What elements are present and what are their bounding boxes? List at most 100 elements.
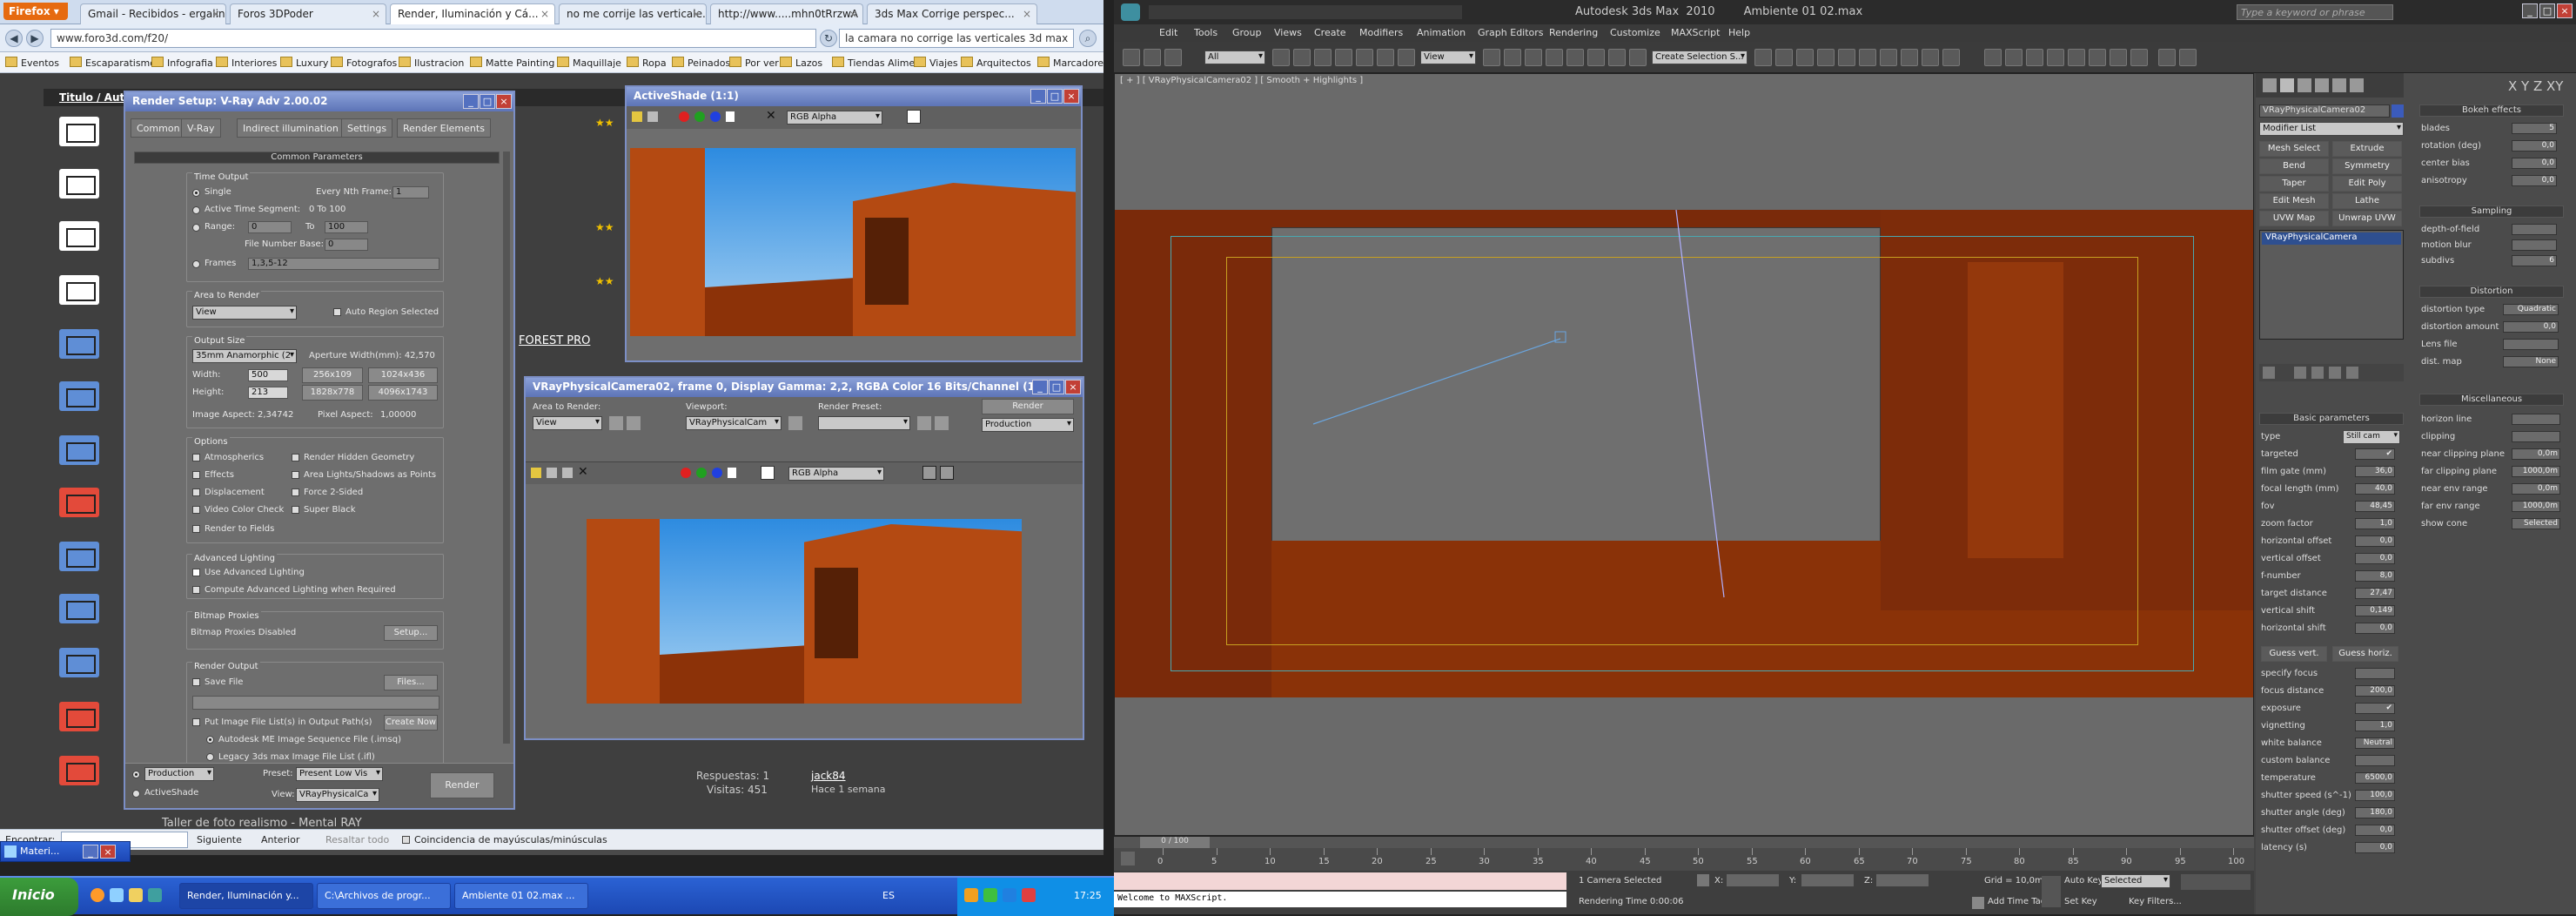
param-field[interactable]: ✔ [2355,703,2395,714]
close-icon[interactable]: × [1023,8,1031,20]
motion-tab-icon[interactable] [2315,78,2329,92]
undo-icon[interactable] [1123,49,1140,66]
param-field[interactable]: 0,0m [2512,448,2560,460]
named-selection-dropdown[interactable]: Create Selection S... [1652,51,1748,64]
width-field[interactable]: 500 [248,369,288,381]
tab-settings[interactable]: Settings [341,118,393,138]
edit-named-sel-icon[interactable] [1629,49,1647,66]
track-bar[interactable]: 0 5 10 15 20 25 30 35 40 45 50 55 60 65 70 75 80 85 90 95 10… [1114,848,2254,871]
modifier-button[interactable]: Symmetry [2332,158,2402,174]
range-radio[interactable] [192,224,200,232]
bookmark-folder[interactable]: Tiendas Aliment [832,57,925,69]
menu-rendering[interactable]: Rendering [1549,27,1598,38]
display-toggle-icon[interactable] [922,466,936,480]
menu-modifiers[interactable]: Modifiers [1359,27,1403,38]
displacement-checkbox[interactable] [192,488,200,496]
camera-type-dropdown[interactable]: Still cam [2343,430,2400,444]
remove-modifier-icon[interactable] [2329,367,2341,379]
close-icon[interactable]: × [372,8,380,20]
preset-size-button[interactable]: 4096x1743 [368,385,438,401]
modifier-stack-item[interactable]: VRayPhysicalCamera [2262,232,2401,245]
param-field[interactable]: 1000,0m [2512,466,2560,477]
vray-fb-icon[interactable] [2047,49,2064,66]
close-icon[interactable]: × [540,8,549,20]
param-field[interactable] [2512,239,2557,251]
bookmark-folder[interactable]: Viajes [914,57,958,69]
setup-button[interactable]: Setup... [384,625,438,641]
bokeh-header[interactable]: Bokeh effects [2419,104,2564,117]
bookmark-folder[interactable]: Arquitectos [961,57,1031,69]
max-logo-icon[interactable] [1121,3,1140,21]
close-icon[interactable]: × [100,845,116,859]
selection-filter-dropdown[interactable]: All [1204,51,1265,64]
param-field[interactable]: 5 [2512,123,2557,134]
guess-vert-button[interactable]: Guess vert. [2261,646,2327,662]
maximize-icon[interactable]: □ [2539,3,2555,18]
force-2-sided-checkbox[interactable] [292,488,299,496]
percent-snap-icon[interactable] [1587,49,1605,66]
maxscript-mini-listener[interactable] [1114,872,1566,890]
minimized-material-editor[interactable]: Materi... _ × [0,841,131,862]
region-edit-icon[interactable] [627,416,641,430]
time-tag-icon[interactable] [1972,897,1984,909]
param-field[interactable]: 0,0 [2355,842,2395,853]
viewport-dropdown[interactable]: VRayPhysicalCam [686,416,782,430]
bookmark-folder[interactable]: Infografia [151,57,213,69]
output-preset-dropdown[interactable]: 35mm Anamorphic (2 [192,349,297,363]
rotate-icon[interactable] [1377,49,1394,66]
back-icon[interactable]: ◀ [5,30,23,47]
use-advanced-lighting-checkbox[interactable] [192,569,200,576]
tab-foros[interactable]: Foros 3DPoder × [230,3,386,24]
render-hidden-checkbox[interactable] [292,454,299,461]
firefox-menu-button[interactable]: Firefox ▾ [3,3,68,20]
color-swatch[interactable] [907,110,921,124]
misc-header[interactable]: Miscellaneous [2419,394,2564,406]
add-time-tag[interactable]: Add Time Tag [1988,897,2046,906]
tab-3dsmax[interactable]: 3ds Max Corrige perspec... × [867,3,1037,24]
render-setup-icon[interactable] [1901,49,1918,66]
vray-icon[interactable] [2026,49,2043,66]
every-nth-field[interactable]: 1 [392,186,429,199]
param-field[interactable]: 6 [2512,255,2557,266]
menu-graph-editors[interactable]: Graph Editors [1478,27,1544,38]
range-to-field[interactable]: 100 [325,221,368,233]
thread-title[interactable]: Taller de foto realismo - Mental RAY [162,817,362,830]
basic-params-header[interactable]: Basic parameters [2259,413,2404,425]
pivot-icon[interactable] [1483,49,1500,66]
max-quicklaunch-icon[interactable] [148,888,162,902]
modifier-button[interactable]: Taper [2259,176,2329,192]
pin-stack-icon[interactable] [2263,367,2275,379]
lock-selection-icon[interactable] [1697,874,1709,886]
param-field[interactable]: 0,0 [2355,535,2395,547]
bookmark-folder[interactable]: Marcadores [1037,57,1104,69]
playback-controls[interactable] [2181,874,2251,890]
rendered-frame-icon[interactable] [1922,49,1939,66]
create-tab-icon[interactable] [2263,78,2277,92]
param-field[interactable] [2355,755,2395,766]
channel-dropdown[interactable]: RGB Alpha [787,111,882,125]
tab-verticales[interactable]: no me corrije las verticale... × [559,3,707,24]
plugin-icon[interactable] [2158,49,2176,66]
param-field[interactable]: 27,47 [2355,588,2395,599]
preset-dropdown[interactable]: Present Low Vis [296,767,383,781]
render-button[interactable]: Render [982,399,1074,414]
hierarchy-tab-icon[interactable] [2298,78,2311,92]
last-poster[interactable]: jack84 [811,770,846,782]
close-icon[interactable]: × [496,94,512,109]
menu-maxscript[interactable]: MAXScript [1671,27,1720,38]
param-field[interactable]: 8,0 [2355,570,2395,582]
manipulate-icon[interactable] [1504,49,1521,66]
distortion-header[interactable]: Distortion [2419,286,2564,298]
maxscript-listener[interactable]: Welcome to MAXScript. [1114,892,1566,907]
scale-icon[interactable] [1398,49,1415,66]
copy-icon[interactable] [647,111,658,122]
param-field[interactable]: 0,0m [2512,483,2560,495]
copy-icon[interactable] [547,468,557,478]
x-field[interactable] [1727,874,1779,886]
param-field[interactable]: 1000,0m [2512,501,2560,512]
lock-icon[interactable] [788,416,802,430]
render-preset-dropdown[interactable] [818,416,910,430]
tray-icon[interactable] [964,888,978,902]
modifier-button[interactable]: Edit Poly [2332,176,2402,192]
display-tab-icon[interactable] [2332,78,2346,92]
